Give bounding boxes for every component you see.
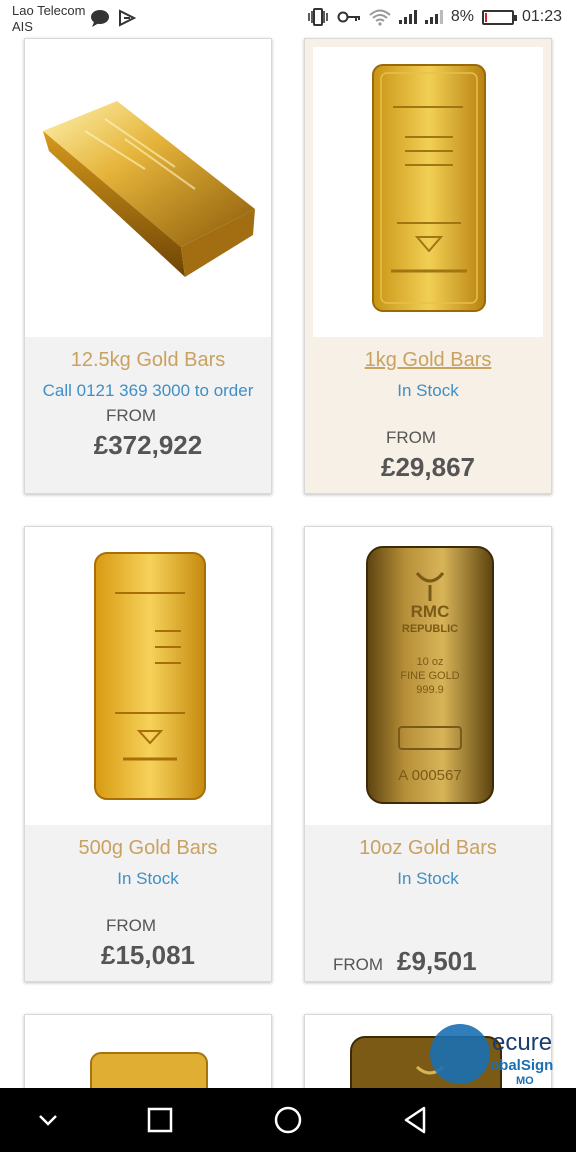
product-price: £372,922 [93, 430, 203, 460]
gold-bar-10oz-image: RMC REPUBLIC 10 oz FINE GOLD 999.9 A 000… [366, 546, 494, 804]
gold-bar-partial-image [90, 1052, 208, 1104]
gold-bar-500g-image [94, 552, 206, 800]
signal-icon [398, 10, 417, 24]
product-image-12-5kg[interactable] [25, 39, 271, 337]
badge-text: MO [516, 1075, 534, 1087]
product-image-1kg[interactable] [313, 47, 543, 337]
globalsign-secure-badge[interactable]: ecure obalSign MO [418, 1024, 576, 1088]
product-image-10oz[interactable]: RMC REPUBLIC 10 oz FINE GOLD 999.9 A 000… [305, 527, 551, 825]
android-navigation-bar [0, 1088, 576, 1152]
key-icon [337, 11, 360, 23]
product-card-500g[interactable]: 500g Gold Bars In Stock FROM £15,081 [24, 526, 272, 982]
product-card-1kg[interactable]: 1kg Gold Bars In Stock FROM £29,867 [304, 38, 552, 494]
bar-engraving: 10 oz [417, 656, 444, 668]
availability-text[interactable]: In Stock [25, 868, 271, 890]
product-card-10oz[interactable]: RMC REPUBLIC 10 oz FINE GOLD 999.9 A 000… [304, 526, 552, 982]
product-title[interactable]: 1kg Gold Bars [305, 349, 551, 372]
badge-text: obalSign [490, 1057, 553, 1074]
carrier-name: Lao Telecom [12, 3, 86, 18]
wifi-icon [369, 9, 391, 26]
bar-engraving: REPUBLIC [402, 623, 458, 635]
battery-fill [484, 12, 487, 22]
chat-bubble-icon [91, 10, 109, 27]
availability-text[interactable]: In Stock [305, 380, 551, 402]
vibrate-icon [308, 8, 328, 26]
clock: 01:23 [521, 8, 562, 25]
product-title[interactable]: 10oz Gold Bars [305, 837, 551, 860]
back-chevron-icon[interactable] [32, 1104, 64, 1136]
battery-percent: 8% [450, 8, 474, 25]
carrier-label: Lao Telecom AIS [12, 3, 85, 35]
from-label: FROM [386, 428, 437, 447]
bar-engraving: A 000567 [398, 767, 461, 784]
bar-engraving: RMC [411, 602, 450, 621]
product-card-12-5kg[interactable]: 12.5kg Gold Bars Call 0121 369 3000 to o… [24, 38, 272, 494]
product-price: £9,501 [397, 946, 477, 976]
status-bar: Lao Telecom AIS 8% 01:23 [0, 0, 576, 38]
product-price: £29,867 [381, 452, 475, 482]
product-title[interactable]: 12.5kg Gold Bars [25, 349, 271, 372]
from-label: FROM [333, 955, 384, 974]
recents-square-icon[interactable] [144, 1104, 176, 1136]
globalsign-logo-icon: ecure obalSign MO [430, 1024, 553, 1087]
product-price: £15,081 [101, 940, 195, 970]
from-label: FROM [106, 406, 157, 425]
product-image-500g[interactable] [25, 527, 271, 825]
gold-bar-1kg-image [372, 64, 486, 312]
gold-bar-large-image [43, 101, 255, 277]
bar-engraving: 999.9 [416, 684, 444, 696]
back-triangle-icon[interactable] [400, 1104, 432, 1136]
battery-icon [481, 9, 517, 25]
bar-engraving: FINE GOLD [400, 670, 459, 682]
availability-text[interactable]: In Stock [305, 868, 551, 890]
from-label: FROM [106, 916, 157, 935]
product-title[interactable]: 500g Gold Bars [25, 837, 271, 860]
cast-icon [119, 9, 136, 27]
home-circle-icon[interactable] [272, 1104, 304, 1136]
badge-text: ecure [492, 1029, 552, 1056]
signal-icon-secondary [424, 10, 443, 24]
availability-text[interactable]: Call 0121 369 3000 to order [25, 380, 271, 402]
carrier-secondary: AIS [12, 19, 33, 34]
